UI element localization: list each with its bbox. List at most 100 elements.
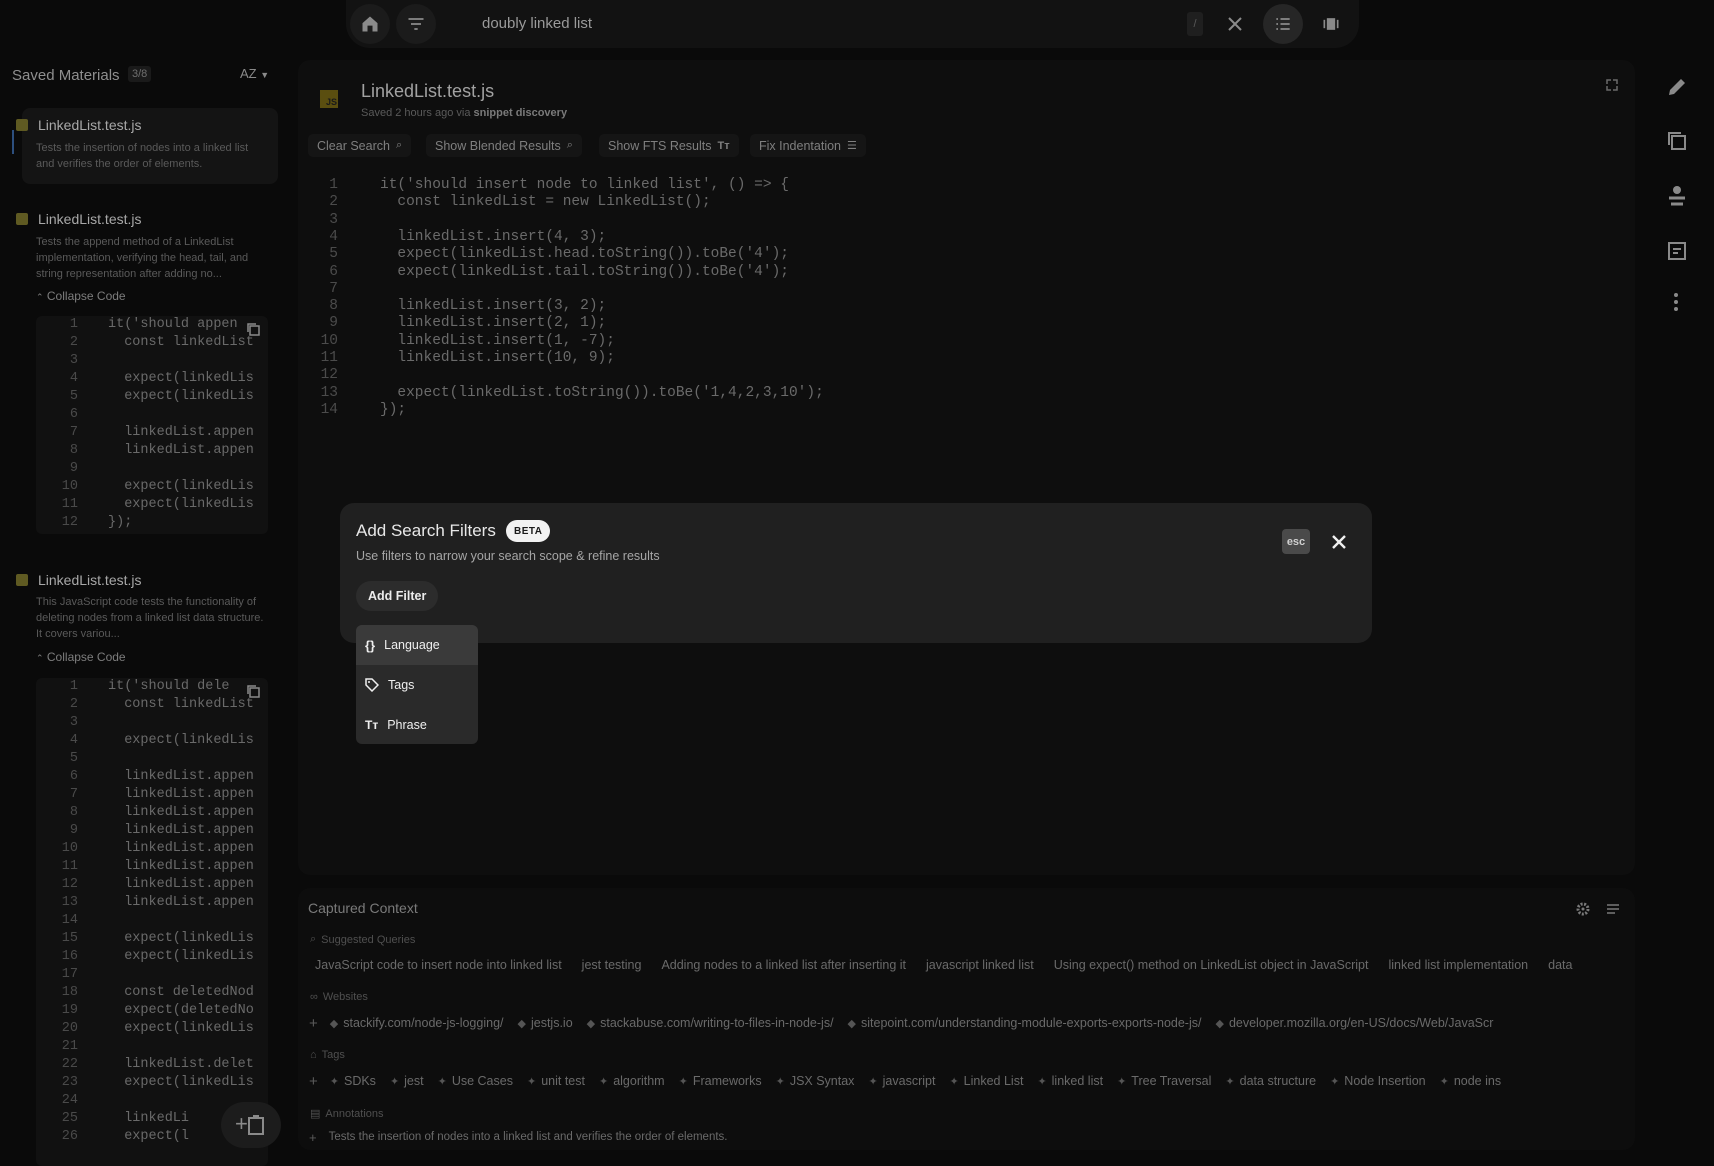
code-text: linkedList.insert(2, 1); (380, 315, 607, 332)
filter-icon (408, 18, 424, 30)
copy-icon[interactable] (1666, 130, 1688, 152)
tag-label: SDKs (343, 1074, 376, 1088)
chevron-up-icon: ⌃ (36, 653, 44, 663)
clipboard-icon (248, 1115, 264, 1135)
website-chip[interactable]: ◆ stackabuse.com/writing-to-files-in-node… (587, 1016, 834, 1030)
tag-chip[interactable]: ✦ Use Cases (438, 1074, 513, 1088)
suggested-query-chip[interactable]: javascript linked list (926, 958, 1034, 972)
add-annotation-icon[interactable]: + (309, 1130, 317, 1145)
line-number: 8 (69, 443, 78, 458)
menu-item-phrase[interactable]: Tт Phrase (356, 705, 478, 744)
expand-icon[interactable] (1605, 78, 1619, 92)
collapse-code-button[interactable]: ⌃ Collapse Code (36, 289, 126, 303)
tag-chip[interactable]: ✦ data structure (1225, 1074, 1316, 1088)
suggested-query-chip[interactable]: jest testing (582, 958, 642, 972)
line-number: 23 (61, 1075, 78, 1090)
saved-info: Saved 2 hours ago via snippet discovery (361, 107, 568, 119)
tag-chip[interactable]: ✦ Node Insertion (1330, 1074, 1426, 1088)
menu-item-language[interactable]: {} Language (356, 625, 478, 665)
add-filter-button[interactable]: Add Filter (356, 581, 439, 611)
tag-chip[interactable]: ✦ linked list (1037, 1074, 1103, 1088)
code-text: linkedList.appen (108, 805, 254, 820)
code-line: 14 (36, 912, 268, 930)
copy-icon[interactable] (246, 684, 260, 698)
code-text: linkedList.appen (108, 787, 254, 802)
line-number: 14 (61, 913, 78, 928)
code-text: expect(linkedList.toString()).toBe('1,4,… (380, 384, 824, 401)
tag-chip[interactable]: ✦ Tree Traversal (1117, 1074, 1211, 1088)
clear-search-button[interactable] (1215, 4, 1255, 44)
code-text: }); (380, 401, 407, 418)
tag-chip[interactable]: ✦ javascript (868, 1074, 935, 1088)
code-line: 1 it('should appen (36, 316, 268, 334)
copy-icon[interactable] (246, 322, 260, 336)
website-chip[interactable]: ◆ jestjs.io (518, 1016, 573, 1030)
suggested-query-chip[interactable]: Adding nodes to a linked list after inse… (661, 958, 906, 972)
chevron-up-icon: ⌃ (36, 292, 44, 302)
suggested-query-chip[interactable]: data (1548, 958, 1572, 972)
more-vertical-icon[interactable] (1673, 292, 1679, 312)
suggested-query-chip[interactable]: linked list implementation (1388, 958, 1528, 972)
tag-chip[interactable]: ✦ algorithm (599, 1074, 665, 1088)
tag-chip[interactable]: ✦ jest (390, 1074, 424, 1088)
clipboard-button[interactable] (246, 1114, 266, 1141)
notes-icon[interactable] (1666, 240, 1688, 262)
suggested-query-chip[interactable]: Using expect() method on LinkedList obje… (1054, 958, 1369, 972)
code-text: it('should appen (108, 317, 238, 332)
filter-button[interactable] (396, 4, 436, 44)
code-text: const linkedList = new LinkedList(); (380, 194, 711, 211)
code-text: linkedList.insert(4, 3); (380, 228, 607, 245)
search-input[interactable]: doubly linked list (482, 15, 592, 32)
card-title[interactable]: LinkedList.test.js (16, 211, 142, 227)
code-text: expect(linkedLis (108, 949, 254, 964)
tag-chip[interactable]: ✦ Frameworks (679, 1074, 762, 1088)
show-blended-results-button[interactable]: Show Blended Results ⌕ (426, 134, 582, 157)
code-line: 9 linkedList.appen (36, 822, 268, 840)
sort-button[interactable]: AZ ▼ (240, 66, 269, 81)
search-icon: ⌕ (566, 139, 573, 151)
code-line: 10 expect(linkedLis (36, 478, 268, 496)
website-chip[interactable]: ◆ stackify.com/node-js-logging/ (330, 1016, 504, 1030)
website-chip[interactable]: ◆ developer.mozilla.org/en-US/docs/Web/Ja… (1215, 1016, 1493, 1030)
code-line: 12 linkedList.appen (36, 876, 268, 894)
tag-chip[interactable]: ✦ Linked List (949, 1074, 1023, 1088)
home-button[interactable] (350, 4, 390, 44)
line-number: 24 (61, 1093, 78, 1108)
sparkle-icon: ✦ (868, 1075, 878, 1088)
sparkle-icon: ✦ (1439, 1075, 1449, 1088)
share-icon[interactable] (1666, 184, 1688, 210)
close-dialog-button[interactable] (1326, 529, 1352, 555)
tag-chip[interactable]: ✦ node ins (1440, 1074, 1501, 1088)
line-number: 16 (61, 949, 78, 964)
edit-icon[interactable] (1666, 76, 1688, 98)
card-title[interactable]: LinkedList.test.js (16, 117, 142, 133)
card-view-button[interactable] (1311, 4, 1351, 44)
menu-item-tags[interactable]: Tags (356, 665, 478, 705)
line-number: 7 (69, 425, 78, 440)
clear-search-button[interactable]: Clear Search ⌕ (308, 134, 412, 157)
code-line: 4 expect(linkedLis (36, 370, 268, 388)
line-number: 3 (329, 211, 338, 228)
website-chip[interactable]: ◆ sitepoint.com/understanding-module-expo… (848, 1016, 1202, 1030)
code-line: 8 linkedList.appen (36, 804, 268, 822)
suggested-query-chip[interactable]: JavaScript code to insert node into link… (315, 958, 562, 972)
slash-shortcut-hint: / (1187, 12, 1203, 36)
fix-indentation-button[interactable]: Fix Indentation ☰ (750, 134, 866, 157)
card-title[interactable]: LinkedList.test.js (16, 572, 142, 588)
code-text: linkedList.appen (108, 877, 254, 892)
list-view-button[interactable] (1263, 4, 1303, 44)
sparkle-icon: ✦ (775, 1075, 785, 1088)
tag-label: Tree Traversal (1131, 1074, 1212, 1088)
code-line: 10 linkedList.appen (36, 840, 268, 858)
tag-chip[interactable]: ✦ unit test (527, 1074, 585, 1088)
saved-count-badge: 3/8 (128, 66, 152, 82)
settings-icon[interactable] (1576, 902, 1590, 916)
tag-chip[interactable]: ✦ SDKs (330, 1074, 376, 1088)
line-number: 3 (69, 353, 78, 368)
collapse-code-button[interactable]: ⌃ Collapse Code (36, 650, 126, 664)
show-fts-results-button[interactable]: Show FTS Results Tт (599, 134, 739, 157)
tag-chip[interactable]: ✦ JSX Syntax (776, 1074, 855, 1088)
add-tag-icon[interactable]: + (309, 1073, 318, 1090)
add-website-icon[interactable]: + (309, 1015, 318, 1032)
text-lines-icon[interactable] (1606, 903, 1620, 915)
